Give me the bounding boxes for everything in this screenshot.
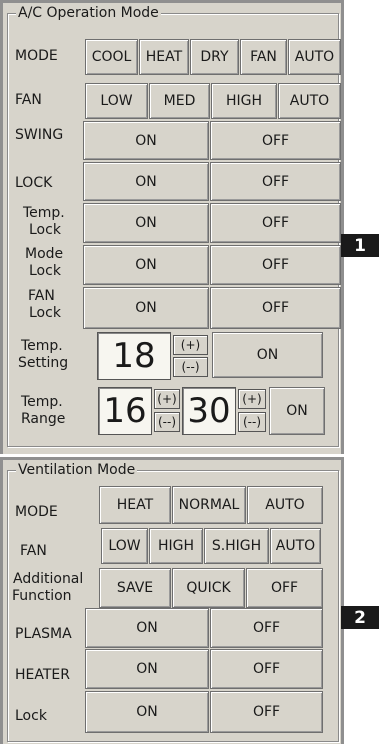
- ac-temp-setting-plus-button[interactable]: (+): [173, 335, 208, 355]
- ac-temp-range-low-plus-button[interactable]: (+): [154, 389, 180, 409]
- ac-mode-cool-button[interactable]: COOL: [85, 39, 138, 75]
- vent-fan-shigh-button[interactable]: S.HIGH: [204, 528, 269, 564]
- ventilation-title: Ventilation Mode: [16, 462, 138, 478]
- ac-fan-auto-button[interactable]: AUTO: [278, 83, 341, 119]
- vent-plasma-label: PLASMA: [15, 626, 72, 642]
- vent-heater-label: HEATER: [15, 667, 70, 683]
- vent-additional-save-button[interactable]: SAVE: [99, 568, 171, 608]
- callout-badge-2: 2: [341, 606, 379, 629]
- vent-plasma-off-button[interactable]: OFF: [210, 608, 323, 648]
- ventilation-panel: Ventilation Mode MODE HEAT NORMAL AUTO F…: [0, 457, 344, 744]
- ac-mode-label: MODE: [15, 48, 58, 64]
- ac-mode-lock-off-button[interactable]: OFF: [210, 245, 341, 285]
- vent-mode-label: MODE: [15, 504, 58, 520]
- ac-temp-setting-label-line2: Setting: [18, 355, 69, 371]
- ac-lock-label: LOCK: [15, 175, 53, 191]
- ac-fan-low-button[interactable]: LOW: [85, 83, 148, 119]
- ac-fan-lock-label-line2: Lock: [29, 305, 61, 321]
- ac-temp-setting-minus-button[interactable]: (--): [173, 357, 208, 377]
- vent-mode-auto-button[interactable]: AUTO: [247, 486, 323, 524]
- ac-fan-lock-off-button[interactable]: OFF: [210, 287, 341, 329]
- vent-lock-off-button[interactable]: OFF: [210, 691, 323, 733]
- callout-badge-1: 1: [341, 234, 379, 257]
- vent-additional-label-line1: Additional: [13, 571, 84, 587]
- ac-operation-panel: A/C Operation Mode MODE COOL HEAT DRY FA…: [0, 0, 344, 454]
- ac-fan-lock-label-line1: FAN: [28, 288, 55, 304]
- ac-temp-lock-label-line1: Temp.: [23, 205, 65, 221]
- vent-heater-off-button[interactable]: OFF: [210, 649, 323, 689]
- ac-mode-dry-button[interactable]: DRY: [190, 39, 239, 75]
- ac-fan-label: FAN: [15, 92, 42, 108]
- ac-operation-title: A/C Operation Mode: [16, 5, 161, 21]
- ac-temp-range-high-minus-button[interactable]: (--): [238, 412, 266, 432]
- ac-mode-lock-label-line2: Lock: [29, 263, 61, 279]
- ac-fan-high-button[interactable]: HIGH: [211, 83, 277, 119]
- ac-temp-range-high-plus-button[interactable]: (+): [238, 389, 266, 409]
- vent-lock-label: Lock: [15, 708, 47, 724]
- ac-temp-setting-on-button[interactable]: ON: [212, 332, 323, 378]
- vent-additional-label-line2: Function: [12, 588, 72, 604]
- ac-mode-heat-button[interactable]: HEAT: [139, 39, 189, 75]
- ac-mode-fan-button[interactable]: FAN: [240, 39, 287, 75]
- ac-temp-setting-display: 18: [97, 332, 171, 380]
- ac-mode-lock-on-button[interactable]: ON: [83, 245, 209, 285]
- ac-mode-lock-label-line1: Mode: [25, 246, 64, 262]
- vent-additional-off-button[interactable]: OFF: [246, 568, 323, 608]
- vent-fan-low-button[interactable]: LOW: [101, 528, 148, 564]
- ac-swing-off-button[interactable]: OFF: [210, 121, 341, 160]
- ac-fan-med-button[interactable]: MED: [149, 83, 210, 119]
- ac-fan-lock-on-button[interactable]: ON: [83, 287, 209, 329]
- ac-temp-range-label-line2: Range: [21, 411, 66, 427]
- ac-temp-range-low-minus-button[interactable]: (--): [154, 412, 180, 432]
- vent-mode-normal-button[interactable]: NORMAL: [172, 486, 246, 524]
- ac-swing-label: SWING: [15, 127, 64, 143]
- ac-temp-lock-on-button[interactable]: ON: [83, 203, 209, 243]
- ac-temp-range-high-display: 30: [182, 387, 236, 435]
- ac-lock-on-button[interactable]: ON: [83, 162, 209, 201]
- vent-fan-label: FAN: [20, 543, 47, 559]
- vent-fan-auto-button[interactable]: AUTO: [270, 528, 321, 564]
- vent-plasma-on-button[interactable]: ON: [85, 608, 209, 648]
- ac-mode-auto-button[interactable]: AUTO: [288, 39, 341, 75]
- ac-temp-range-on-button[interactable]: ON: [269, 387, 325, 435]
- ac-swing-on-button[interactable]: ON: [83, 121, 209, 160]
- vent-additional-quick-button[interactable]: QUICK: [172, 568, 245, 608]
- ac-lock-off-button[interactable]: OFF: [210, 162, 341, 201]
- ac-temp-range-label-line1: Temp.: [21, 394, 63, 410]
- vent-lock-on-button[interactable]: ON: [85, 691, 209, 733]
- vent-heater-on-button[interactable]: ON: [85, 649, 209, 689]
- ac-temp-setting-label-line1: Temp.: [21, 338, 63, 354]
- vent-fan-high-button[interactable]: HIGH: [149, 528, 203, 564]
- vent-mode-heat-button[interactable]: HEAT: [99, 486, 171, 524]
- ac-temp-lock-label-line2: Lock: [29, 222, 61, 238]
- ac-temp-range-low-display: 16: [98, 387, 152, 435]
- ac-temp-lock-off-button[interactable]: OFF: [210, 203, 341, 243]
